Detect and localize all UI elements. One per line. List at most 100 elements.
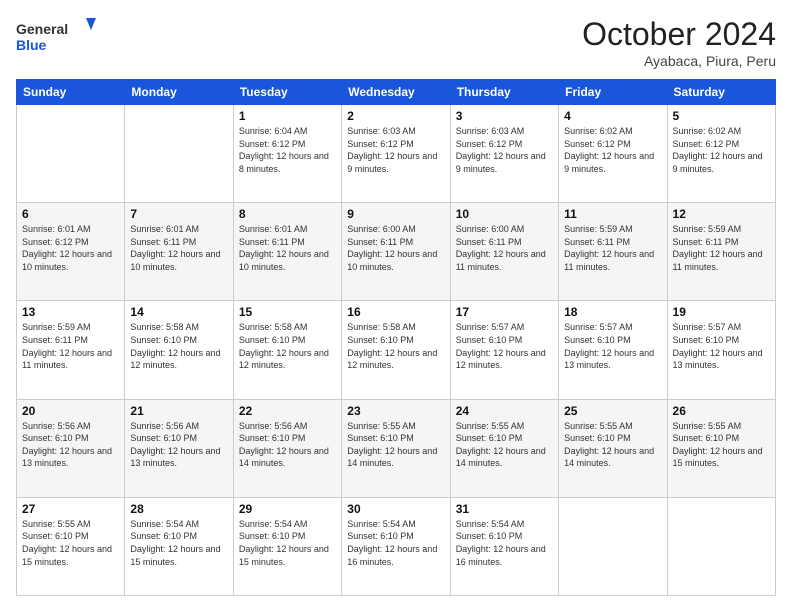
weekday-header-thursday: Thursday bbox=[450, 80, 558, 105]
calendar-cell: 1 Sunrise: 6:04 AM Sunset: 6:12 PM Daylig… bbox=[233, 105, 341, 203]
day-info: Sunrise: 6:04 AM Sunset: 6:12 PM Dayligh… bbox=[239, 125, 336, 175]
day-info: Sunrise: 5:58 AM Sunset: 6:10 PM Dayligh… bbox=[239, 321, 336, 371]
calendar-cell: 12 Sunrise: 5:59 AM Sunset: 6:11 PM Dayli… bbox=[667, 203, 775, 301]
day-info: Sunrise: 5:55 AM Sunset: 6:10 PM Dayligh… bbox=[22, 518, 119, 568]
day-number: 17 bbox=[456, 305, 553, 319]
day-number: 15 bbox=[239, 305, 336, 319]
day-number: 1 bbox=[239, 109, 336, 123]
day-number: 18 bbox=[564, 305, 661, 319]
day-number: 28 bbox=[130, 502, 227, 516]
day-number: 24 bbox=[456, 404, 553, 418]
calendar-cell: 28 Sunrise: 5:54 AM Sunset: 6:10 PM Dayli… bbox=[125, 497, 233, 595]
day-number: 10 bbox=[456, 207, 553, 221]
logo: General Blue bbox=[16, 16, 96, 60]
title-block: October 2024 Ayabaca, Piura, Peru bbox=[582, 16, 776, 69]
day-number: 7 bbox=[130, 207, 227, 221]
day-number: 14 bbox=[130, 305, 227, 319]
calendar-cell: 26Sunrise: 5:55 AM Sunset: 6:10 PM Dayli… bbox=[667, 399, 775, 497]
day-info: Sunrise: 5:58 AM Sunset: 6:10 PM Dayligh… bbox=[347, 321, 444, 371]
day-info: Sunrise: 5:54 AM Sunset: 6:10 PM Dayligh… bbox=[239, 518, 336, 568]
weekday-header-sunday: Sunday bbox=[17, 80, 125, 105]
week-row-3: 13 Sunrise: 5:59 AM Sunset: 6:11 PM Dayli… bbox=[17, 301, 776, 399]
day-number: 12 bbox=[673, 207, 770, 221]
calendar-cell: 17 Sunrise: 5:57 AM Sunset: 6:10 PM Dayli… bbox=[450, 301, 558, 399]
day-number: 13 bbox=[22, 305, 119, 319]
calendar-cell: 13 Sunrise: 5:59 AM Sunset: 6:11 PM Dayli… bbox=[17, 301, 125, 399]
day-number: 31 bbox=[456, 502, 553, 516]
day-number: 23 bbox=[347, 404, 444, 418]
week-row-1: 1 Sunrise: 6:04 AM Sunset: 6:12 PM Daylig… bbox=[17, 105, 776, 203]
day-info: Sunrise: 5:55 AM Sunset: 6:10 PM Dayligh… bbox=[456, 420, 553, 470]
day-number: 21 bbox=[130, 404, 227, 418]
calendar-cell: 14 Sunrise: 5:58 AM Sunset: 6:10 PM Dayli… bbox=[125, 301, 233, 399]
day-info: Sunrise: 5:55 AM Sunset: 6:10 PM Dayligh… bbox=[673, 420, 770, 470]
day-info: Sunrise: 6:03 AM Sunset: 6:12 PM Dayligh… bbox=[347, 125, 444, 175]
day-info: Sunrise: 5:57 AM Sunset: 6:10 PM Dayligh… bbox=[456, 321, 553, 371]
location: Ayabaca, Piura, Peru bbox=[582, 53, 776, 69]
day-number: 20 bbox=[22, 404, 119, 418]
calendar-cell: 11Sunrise: 5:59 AM Sunset: 6:11 PM Dayli… bbox=[559, 203, 667, 301]
calendar-cell: 27 Sunrise: 5:55 AM Sunset: 6:10 PM Dayli… bbox=[17, 497, 125, 595]
weekday-header-monday: Monday bbox=[125, 80, 233, 105]
day-info: Sunrise: 5:56 AM Sunset: 6:10 PM Dayligh… bbox=[22, 420, 119, 470]
day-info: Sunrise: 5:59 AM Sunset: 6:11 PM Dayligh… bbox=[673, 223, 770, 273]
calendar-cell: 4Sunrise: 6:02 AM Sunset: 6:12 PM Daylig… bbox=[559, 105, 667, 203]
calendar-cell: 29Sunrise: 5:54 AM Sunset: 6:10 PM Dayli… bbox=[233, 497, 341, 595]
calendar-cell: 20 Sunrise: 5:56 AM Sunset: 6:10 PM Dayli… bbox=[17, 399, 125, 497]
day-info: Sunrise: 5:56 AM Sunset: 6:10 PM Dayligh… bbox=[130, 420, 227, 470]
day-number: 27 bbox=[22, 502, 119, 516]
day-number: 3 bbox=[456, 109, 553, 123]
day-info: Sunrise: 5:54 AM Sunset: 6:10 PM Dayligh… bbox=[130, 518, 227, 568]
calendar-cell: 25Sunrise: 5:55 AM Sunset: 6:10 PM Dayli… bbox=[559, 399, 667, 497]
calendar-cell: 5 Sunrise: 6:02 AM Sunset: 6:12 PM Daylig… bbox=[667, 105, 775, 203]
day-info: Sunrise: 6:01 AM Sunset: 6:12 PM Dayligh… bbox=[22, 223, 119, 273]
calendar-cell: 3 Sunrise: 6:03 AM Sunset: 6:12 PM Daylig… bbox=[450, 105, 558, 203]
calendar-cell: 9 Sunrise: 6:00 AM Sunset: 6:11 PM Daylig… bbox=[342, 203, 450, 301]
logo-svg: General Blue bbox=[16, 16, 96, 60]
page: General Blue October 2024 Ayabaca, Piura… bbox=[0, 0, 792, 612]
day-info: Sunrise: 5:56 AM Sunset: 6:10 PM Dayligh… bbox=[239, 420, 336, 470]
day-info: Sunrise: 6:00 AM Sunset: 6:11 PM Dayligh… bbox=[347, 223, 444, 273]
weekday-header-friday: Friday bbox=[559, 80, 667, 105]
day-info: Sunrise: 6:03 AM Sunset: 6:12 PM Dayligh… bbox=[456, 125, 553, 175]
day-info: Sunrise: 5:55 AM Sunset: 6:10 PM Dayligh… bbox=[564, 420, 661, 470]
calendar-cell: 23Sunrise: 5:55 AM Sunset: 6:10 PM Dayli… bbox=[342, 399, 450, 497]
day-info: Sunrise: 6:00 AM Sunset: 6:11 PM Dayligh… bbox=[456, 223, 553, 273]
day-info: Sunrise: 5:59 AM Sunset: 6:11 PM Dayligh… bbox=[22, 321, 119, 371]
calendar-cell: 8Sunrise: 6:01 AM Sunset: 6:11 PM Daylig… bbox=[233, 203, 341, 301]
day-info: Sunrise: 5:59 AM Sunset: 6:11 PM Dayligh… bbox=[564, 223, 661, 273]
day-number: 16 bbox=[347, 305, 444, 319]
weekday-header-saturday: Saturday bbox=[667, 80, 775, 105]
day-number: 19 bbox=[673, 305, 770, 319]
day-number: 30 bbox=[347, 502, 444, 516]
week-row-2: 6 Sunrise: 6:01 AM Sunset: 6:12 PM Daylig… bbox=[17, 203, 776, 301]
calendar-cell bbox=[667, 497, 775, 595]
day-number: 9 bbox=[347, 207, 444, 221]
day-info: Sunrise: 5:54 AM Sunset: 6:10 PM Dayligh… bbox=[347, 518, 444, 568]
calendar-cell: 2Sunrise: 6:03 AM Sunset: 6:12 PM Daylig… bbox=[342, 105, 450, 203]
calendar-cell: 31 Sunrise: 5:54 AM Sunset: 6:10 PM Dayli… bbox=[450, 497, 558, 595]
calendar-cell bbox=[125, 105, 233, 203]
calendar-cell: 10 Sunrise: 6:00 AM Sunset: 6:11 PM Dayli… bbox=[450, 203, 558, 301]
day-info: Sunrise: 5:58 AM Sunset: 6:10 PM Dayligh… bbox=[130, 321, 227, 371]
calendar-cell: 16 Sunrise: 5:58 AM Sunset: 6:10 PM Dayli… bbox=[342, 301, 450, 399]
calendar-cell: 22 Sunrise: 5:56 AM Sunset: 6:10 PM Dayli… bbox=[233, 399, 341, 497]
day-number: 5 bbox=[673, 109, 770, 123]
calendar-cell: 6 Sunrise: 6:01 AM Sunset: 6:12 PM Daylig… bbox=[17, 203, 125, 301]
day-number: 6 bbox=[22, 207, 119, 221]
day-info: Sunrise: 6:02 AM Sunset: 6:12 PM Dayligh… bbox=[673, 125, 770, 175]
day-number: 22 bbox=[239, 404, 336, 418]
week-row-4: 20 Sunrise: 5:56 AM Sunset: 6:10 PM Dayli… bbox=[17, 399, 776, 497]
month-title: October 2024 bbox=[582, 16, 776, 53]
day-info: Sunrise: 6:01 AM Sunset: 6:11 PM Dayligh… bbox=[130, 223, 227, 273]
calendar-cell bbox=[559, 497, 667, 595]
header: General Blue October 2024 Ayabaca, Piura… bbox=[16, 16, 776, 69]
calendar-cell: 7 Sunrise: 6:01 AM Sunset: 6:11 PM Daylig… bbox=[125, 203, 233, 301]
day-info: Sunrise: 6:02 AM Sunset: 6:12 PM Dayligh… bbox=[564, 125, 661, 175]
week-row-5: 27 Sunrise: 5:55 AM Sunset: 6:10 PM Dayli… bbox=[17, 497, 776, 595]
day-info: Sunrise: 5:57 AM Sunset: 6:10 PM Dayligh… bbox=[564, 321, 661, 371]
calendar-cell: 18 Sunrise: 5:57 AM Sunset: 6:10 PM Dayli… bbox=[559, 301, 667, 399]
weekday-header-wednesday: Wednesday bbox=[342, 80, 450, 105]
calendar-cell bbox=[17, 105, 125, 203]
day-info: Sunrise: 5:54 AM Sunset: 6:10 PM Dayligh… bbox=[456, 518, 553, 568]
